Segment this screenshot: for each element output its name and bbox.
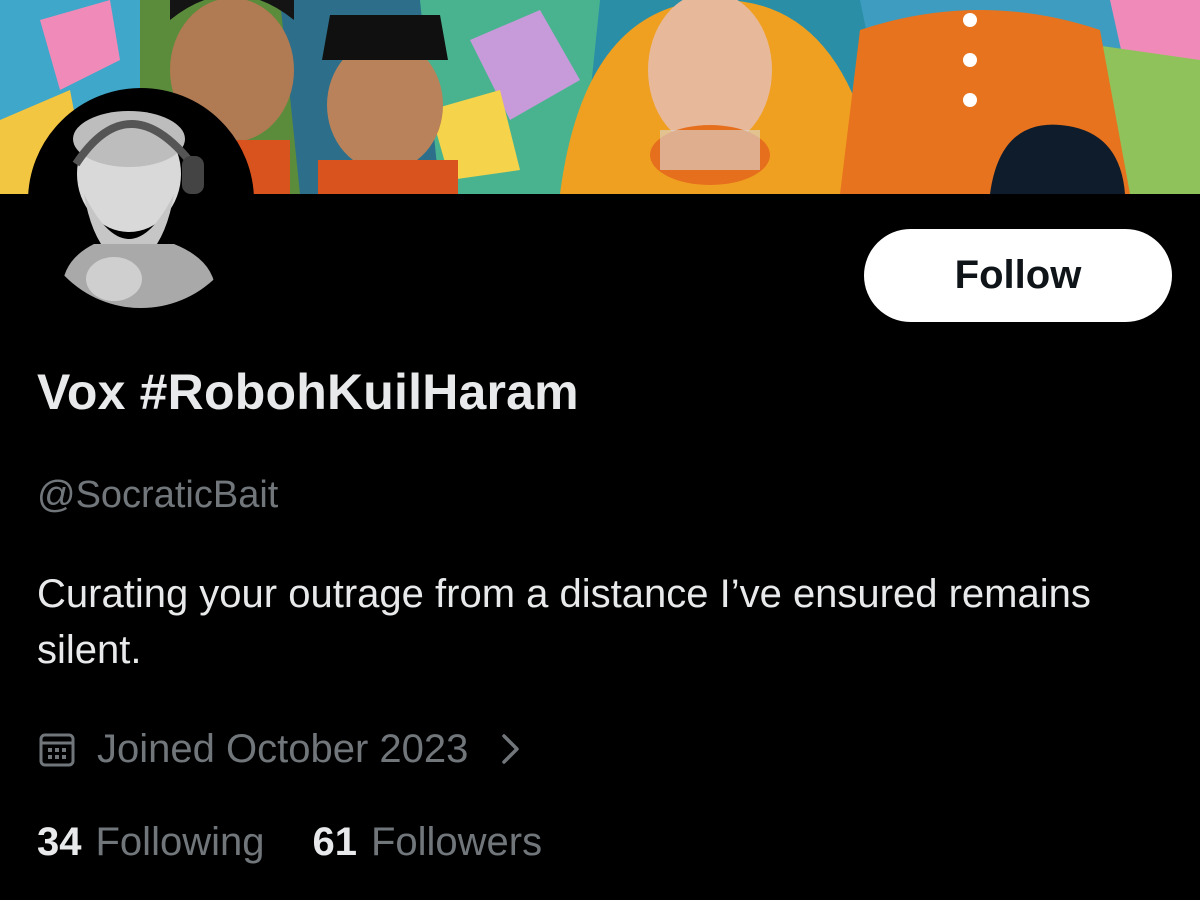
display-name: Vox #RobohKuilHaram: [37, 364, 579, 420]
following-count: 34: [37, 820, 82, 864]
followers-link[interactable]: 61 Followers: [312, 820, 542, 865]
followers-label: Followers: [370, 820, 543, 864]
user-handle: @SocraticBait: [37, 474, 279, 516]
follow-stats: 34 Following 61 Followers: [37, 820, 542, 865]
followers-count: 61: [312, 820, 357, 864]
follow-button[interactable]: Follow: [864, 229, 1172, 322]
chevron-right-icon: [500, 732, 522, 766]
avatar[interactable]: [28, 88, 254, 314]
calendar-icon: [37, 729, 77, 769]
profile-bio: Curating your outrage from a distance I’…: [37, 572, 1091, 672]
following-label: Following: [95, 820, 265, 864]
joined-date-row[interactable]: Joined October 2023: [37, 722, 522, 776]
following-link[interactable]: 34 Following: [37, 820, 264, 865]
joined-date-text: Joined October 2023: [97, 726, 469, 771]
profile-page: Follow Vox #RobohKuilHaram @SocraticBait…: [0, 0, 1200, 900]
